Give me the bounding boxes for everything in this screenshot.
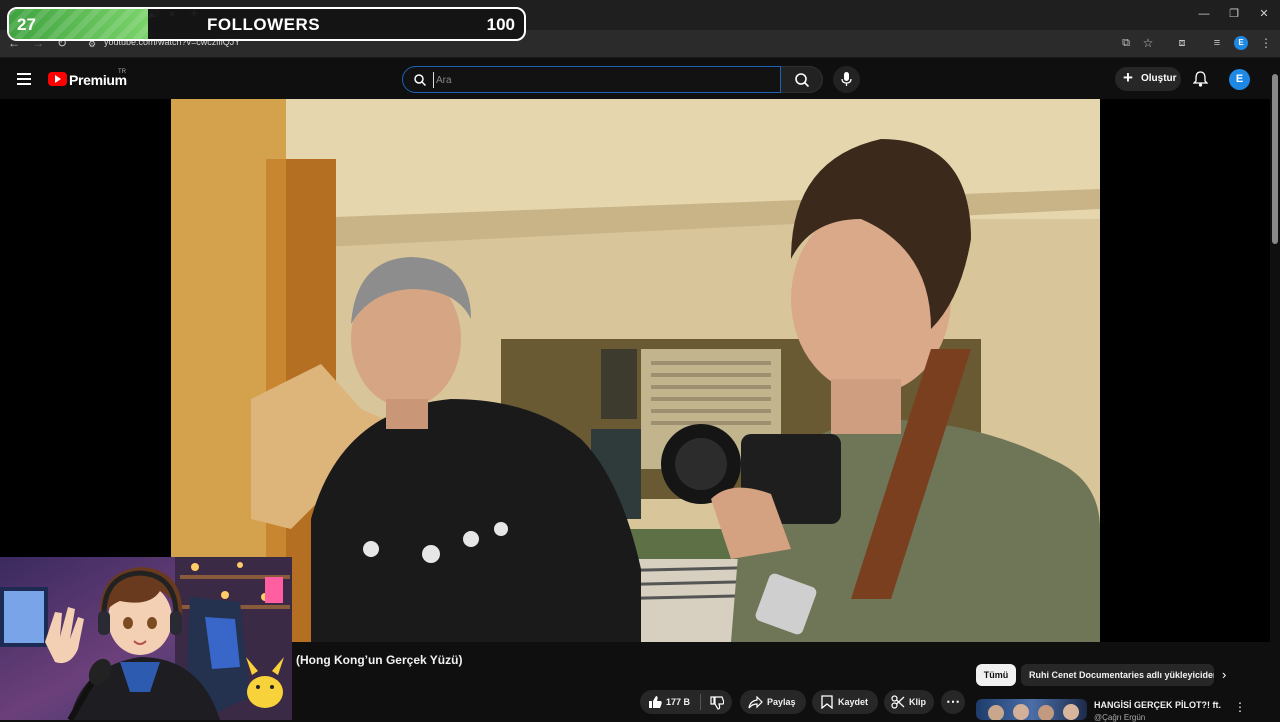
like-dislike-group: 177 B xyxy=(640,690,732,714)
bookmark-star-icon[interactable]: ☆ xyxy=(1140,36,1156,50)
scissors-icon xyxy=(891,695,905,709)
more-actions-button[interactable]: ⋯ xyxy=(941,690,965,714)
create-button[interactable]: + Oluştur xyxy=(1115,67,1181,91)
microphone-icon xyxy=(841,72,852,86)
logo-region-code: TR xyxy=(118,69,126,75)
browser-menu-icon[interactable]: ⋮ xyxy=(1258,36,1274,50)
search-icon xyxy=(795,73,809,87)
chip-channel-label: Ruhi Cenet Documentaries adlı yükleyicid… xyxy=(1029,670,1214,680)
more-horizontal-icon: ⋯ xyxy=(946,693,960,709)
recommended-video-thumbnail[interactable] xyxy=(976,699,1087,720)
clip-label: Klip xyxy=(909,697,926,707)
streamer-avatar-illustration xyxy=(0,557,292,720)
video-player[interactable] xyxy=(171,99,1100,642)
page-scrollbar-thumb[interactable] xyxy=(1272,74,1278,244)
video-title: (Hong Kong’un Gerçek Yüzü) xyxy=(296,653,463,667)
like-count[interactable]: 177 B xyxy=(666,697,690,707)
search-button[interactable] xyxy=(781,66,823,93)
youtube-logo-icon[interactable] xyxy=(48,72,67,86)
chip-all[interactable]: Tümü xyxy=(976,664,1016,686)
cast-icon[interactable]: ⧉ xyxy=(1118,36,1134,50)
media-controls-icon[interactable]: ≡ xyxy=(1209,36,1225,50)
share-icon xyxy=(748,696,763,709)
restore-icon[interactable]: ❐ xyxy=(1226,7,1242,21)
share-button[interactable]: Paylaş xyxy=(740,690,806,714)
minimize-icon[interactable]: — xyxy=(1196,7,1212,21)
notifications-bell-icon[interactable] xyxy=(1193,71,1208,87)
search-icon xyxy=(414,74,426,86)
recommended-video-title[interactable]: HANGİSİ GERÇEK PİLOT?! ft. xyxy=(1094,700,1221,710)
create-label: Oluştur xyxy=(1141,73,1177,84)
like-icon[interactable] xyxy=(648,695,662,709)
followers-label: FOLLOWERS xyxy=(207,15,321,34)
plus-icon: + xyxy=(1123,68,1133,87)
chip-all-label: Tümü xyxy=(983,670,1009,680)
video-frame xyxy=(171,99,1100,642)
recommendation-menu-icon[interactable]: ⋮ xyxy=(1234,700,1246,714)
share-label: Paylaş xyxy=(767,697,796,707)
clip-button[interactable]: Klip xyxy=(884,690,934,714)
browser-profile-avatar[interactable]: E xyxy=(1234,36,1248,50)
followers-goal-overlay: 27 FOLLOWERS 100 xyxy=(7,7,526,41)
streamer-webcam-overlay xyxy=(0,557,292,720)
close-window-icon[interactable]: ✕ xyxy=(1256,7,1272,21)
thumbnail-image xyxy=(988,704,1079,720)
save-button[interactable]: Kaydet xyxy=(812,690,878,714)
save-label: Kaydet xyxy=(838,697,869,707)
followers-goal: 100 xyxy=(486,15,515,34)
bookmark-icon xyxy=(821,695,833,709)
youtube-masthead: Premium TR + Oluştur E xyxy=(0,58,1280,100)
chevron-right-icon[interactable]: › xyxy=(1222,667,1226,682)
voice-search-button[interactable] xyxy=(833,66,860,93)
recommended-video-channel[interactable]: @Çağrı Ergün xyxy=(1094,713,1145,722)
account-avatar[interactable]: E xyxy=(1229,69,1250,90)
chip-channel-uploads[interactable]: Ruhi Cenet Documentaries adlı yükleyicid… xyxy=(1021,664,1214,686)
hamburger-menu-icon[interactable] xyxy=(17,73,31,85)
followers-count: 27 xyxy=(17,15,36,34)
search-box[interactable] xyxy=(402,66,781,93)
dislike-icon[interactable] xyxy=(710,696,724,710)
extensions-icon[interactable]: ⧈ xyxy=(1174,36,1190,50)
search-input[interactable] xyxy=(433,72,763,88)
